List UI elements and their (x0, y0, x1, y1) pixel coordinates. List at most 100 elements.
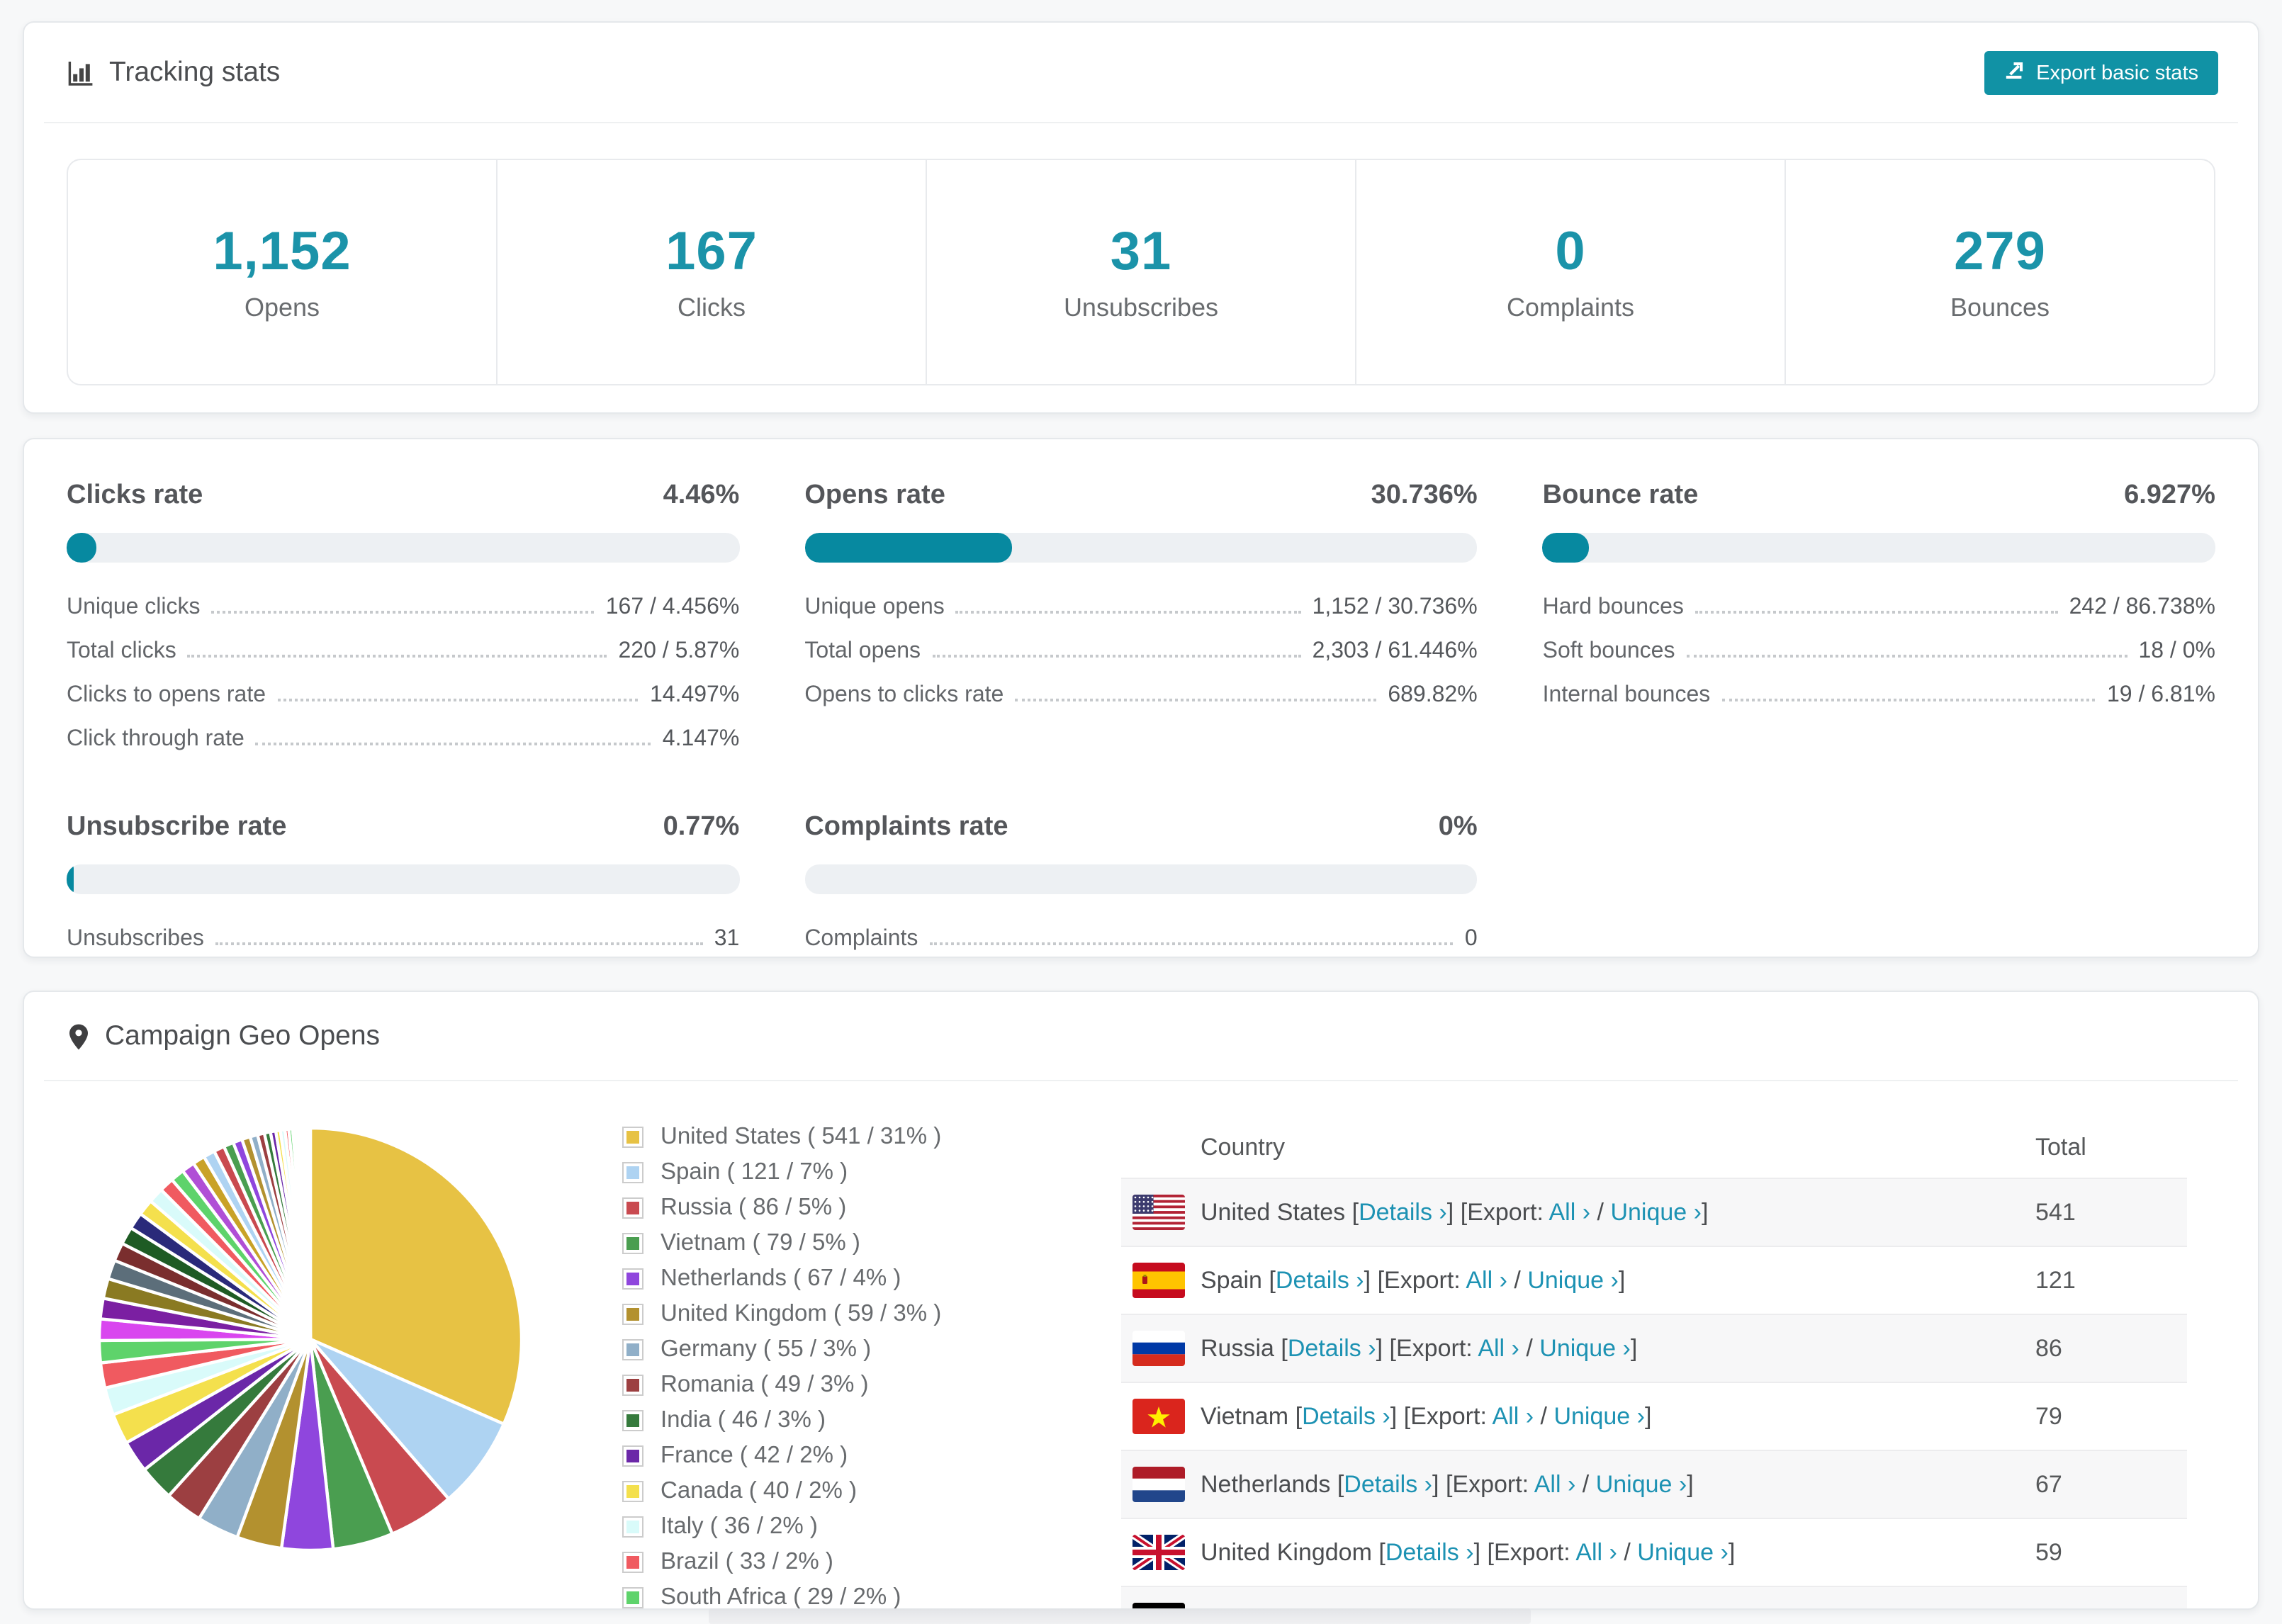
legend-item-romania[interactable]: Romania ( 49 / 3% ) (622, 1372, 941, 1399)
total-column-header: Total (2035, 1134, 2086, 1161)
rate-section-value: 0.77% (663, 812, 740, 842)
export-prefix: Export: (1494, 1538, 1570, 1565)
export-unique-link[interactable]: Unique › (1527, 1266, 1619, 1293)
tracking-stats-title-text: Tracking stats (109, 57, 281, 88)
table-row-nl: Netherlands [Details ›] [Export: All › /… (1121, 1450, 2187, 1518)
export-unique-link[interactable]: Unique › (1539, 1334, 1631, 1361)
legend-item-spain[interactable]: Spain ( 121 / 7% ) (622, 1159, 941, 1186)
bracket: [ (1269, 1266, 1276, 1293)
export-all-link[interactable]: All › (1534, 1470, 1576, 1497)
legend-item-france[interactable]: France ( 42 / 2% ) (622, 1443, 941, 1470)
export-all-link[interactable]: All › (1493, 1402, 1534, 1429)
legend-item-canada[interactable]: Canada ( 40 / 2% ) (622, 1478, 941, 1505)
rate-section-header: Unsubscribe rate 0.77% (67, 812, 739, 843)
export-prefix: Export: (1410, 1402, 1487, 1429)
summary-stat-value: 167 (665, 222, 758, 281)
total-cell: 121 (2035, 1266, 2076, 1293)
details-link[interactable]: Details › (1386, 1538, 1474, 1565)
export-prefix: Export: (1396, 1334, 1473, 1361)
details-link[interactable]: Details › (1276, 1266, 1364, 1293)
rate-stat-value: 4.147% (662, 727, 740, 751)
slash: / (1624, 1538, 1631, 1565)
dotted-leader (211, 611, 595, 614)
table-row-us: United States [Details ›] [Export: All ›… (1121, 1178, 2187, 1246)
rate-section-title: Complaints rate (804, 812, 1008, 842)
export-unique-link[interactable]: Unique › (1637, 1538, 1729, 1565)
rate-section-complaints-rate: Complaints rate 0% Complaints 0 (804, 812, 1478, 952)
table-row-vn: Vietnam [Details ›] [Export: All › / Uni… (1121, 1382, 2187, 1450)
rate-stat-value: 242 / 86.738% (2069, 595, 2215, 619)
bracket: ] (1656, 1606, 1663, 1608)
tracking-stats-title: Tracking stats (67, 57, 280, 89)
details-link[interactable]: Details › (1302, 1402, 1390, 1429)
legend-item-russia[interactable]: Russia ( 86 / 5% ) (622, 1195, 941, 1222)
rate-stat-row: Click through rate 4.147% (67, 727, 739, 752)
rate-stat-label: Soft bounces (1542, 639, 1675, 663)
bracket: ] (1687, 1470, 1694, 1497)
rate-stat-label: Internal bounces (1542, 683, 1711, 707)
country-cell: United States [Details ›] [Export: All ›… (1201, 1198, 1708, 1227)
legend-color-swatch (622, 1162, 643, 1183)
rate-stat-label: Complaints (804, 927, 918, 951)
export-unique-link[interactable]: Unique › (1553, 1402, 1645, 1429)
export-basic-stats-button[interactable]: Export basic stats (1984, 51, 2218, 95)
export-all-link[interactable]: All › (1466, 1266, 1507, 1293)
export-all-link[interactable]: All › (1478, 1334, 1519, 1361)
rate-stat-value: 14.497% (649, 683, 740, 707)
rate-section-header: Bounce rate 6.927% (1543, 480, 2215, 512)
legend-item-netherlands[interactable]: Netherlands ( 67 / 4% ) (622, 1265, 941, 1292)
country-cell: Vietnam [Details ›] [Export: All › / Uni… (1201, 1402, 1651, 1431)
legend-label: United States ( 541 / 31% ) (661, 1124, 942, 1149)
rate-stat-row: Internal bounces 19 / 6.81% (1543, 683, 2215, 709)
legend-item-south-africa[interactable]: South Africa ( 29 / 2% ) (622, 1584, 941, 1608)
country-cell: United Kingdom [Details ›] [Export: All … (1201, 1538, 1735, 1567)
export-unique-link[interactable]: Unique › (1596, 1470, 1687, 1497)
legend-color-swatch (622, 1375, 643, 1396)
legend-item-vietnam[interactable]: Vietnam ( 79 / 5% ) (622, 1230, 941, 1257)
rate-stat-row: Unique opens 1,152 / 30.736% (804, 595, 1477, 621)
dotted-leader (929, 942, 1454, 945)
legend-item-italy[interactable]: Italy ( 36 / 2% ) (622, 1513, 941, 1540)
rate-stat-row: Hard bounces 242 / 86.738% (1543, 595, 2215, 621)
legend-color-swatch (622, 1410, 643, 1431)
total-cell: 79 (2035, 1402, 2062, 1429)
table-row-ru: Russia [Details ›] [Export: All › / Uniq… (1121, 1314, 2187, 1382)
legend-label: India ( 46 / 3% ) (661, 1407, 826, 1433)
export-unique-link[interactable]: Unique › (1610, 1198, 1702, 1225)
export-all-link[interactable]: All › (1549, 1198, 1591, 1225)
rate-section-header: Complaints rate 0% (804, 812, 1477, 843)
legend-label: Brazil ( 33 / 2% ) (661, 1549, 833, 1574)
rates-grid: Clicks rate 4.46% Unique clicks 167 / 4.456… (24, 439, 2258, 993)
geo-table-header-row: Country Total (1121, 1118, 2187, 1178)
rate-section-header: Clicks rate 4.46% (67, 480, 739, 512)
flag-icon-gb (1132, 1535, 1185, 1570)
summary-stat-value: 31 (1110, 222, 1172, 281)
details-link[interactable]: Details › (1359, 1198, 1447, 1225)
bracket: [ (1460, 1198, 1468, 1225)
bracket: [ (1377, 1266, 1385, 1293)
legend-color-swatch (622, 1268, 643, 1290)
legend-color-swatch (622, 1481, 643, 1502)
legend-item-germany[interactable]: Germany ( 55 / 3% ) (622, 1336, 941, 1363)
export-prefix: Export: (1384, 1266, 1461, 1293)
details-link[interactable]: Details › (1344, 1470, 1432, 1497)
legend-item-brazil[interactable]: Brazil ( 33 / 2% ) (622, 1549, 941, 1576)
rate-stat-row: Total clicks 220 / 5.87% (67, 639, 739, 665)
flag-icon-ru (1132, 1331, 1185, 1366)
legend-item-united-kingdom[interactable]: United Kingdom ( 59 / 3% ) (622, 1301, 941, 1328)
rate-section-title: Bounce rate (1542, 480, 1699, 510)
campaign-geo-opens-title: Campaign Geo Opens (67, 1020, 380, 1053)
dotted-leader (1721, 699, 2096, 701)
details-link[interactable]: Details › (1288, 1334, 1376, 1361)
legend-color-swatch (622, 1552, 643, 1573)
dotted-leader (955, 611, 1301, 614)
rate-section-value: 6.927% (2124, 480, 2215, 510)
legend-label: Vietnam ( 79 / 5% ) (661, 1230, 860, 1256)
export-all-link[interactable]: All › (1575, 1538, 1617, 1565)
legend-item-united-states[interactable]: United States ( 541 / 31% ) (622, 1124, 941, 1151)
export-unique-link[interactable]: Unique › (1565, 1606, 1656, 1608)
rate-section-value: 30.736% (1371, 480, 1478, 510)
rate-stat-row: Total opens 2,303 / 61.446% (804, 639, 1477, 665)
rate-stat-value: 18 / 0% (2138, 639, 2215, 663)
legend-item-india[interactable]: India ( 46 / 3% ) (622, 1407, 941, 1434)
